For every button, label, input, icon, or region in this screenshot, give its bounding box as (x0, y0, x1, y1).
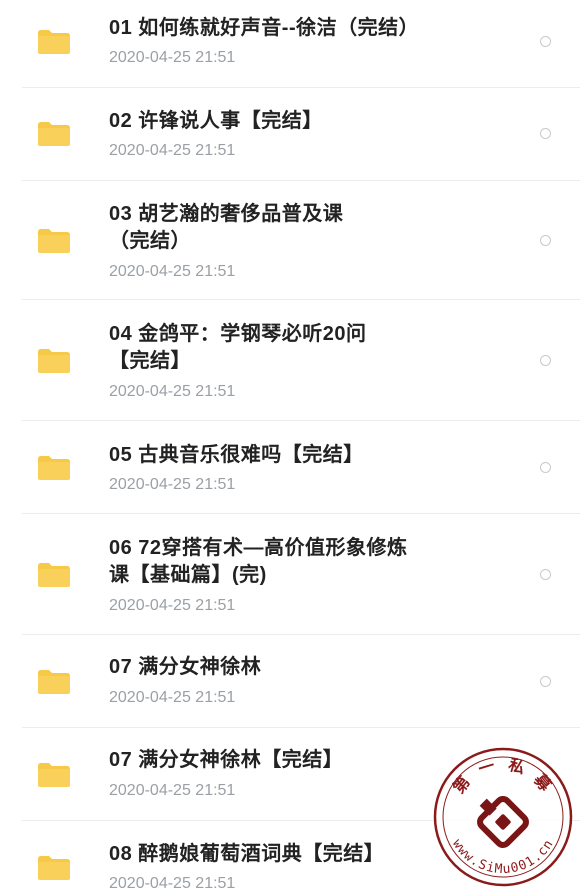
radio-circle-icon[interactable] (540, 569, 551, 580)
folder-icon (38, 349, 70, 373)
radio-circle-icon[interactable] (540, 36, 551, 47)
item-date: 2020-04-25 21:51 (109, 597, 236, 614)
item-date: 2020-04-25 21:51 (109, 782, 236, 799)
radio-circle-icon[interactable] (540, 128, 551, 139)
folder-icon (38, 563, 70, 587)
item-date: 2020-04-25 21:51 (109, 689, 236, 706)
watermark-seal: 第 一 私 募 www.SiMu001.cn (432, 746, 574, 888)
item-title: 05 古典音乐很难吗【完结】 (109, 444, 364, 466)
folder-icon (38, 856, 70, 880)
item-title: 06 72穿搭有术—高价值形象修炼 课【基础篇】(完) (109, 537, 408, 586)
list-item[interactable]: 04 金鸽平：学钢琴必听20问 【完结】 2020-04-25 21:51 (0, 300, 580, 420)
list-item[interactable]: 02 许锋说人事【完结】 2020-04-25 21:51 (0, 88, 580, 180)
folder-icon (38, 456, 70, 480)
item-date: 2020-04-25 21:51 (109, 263, 236, 280)
item-title: 07 满分女神徐林【完结】 (109, 749, 344, 771)
item-title: 02 许锋说人事【完结】 (109, 110, 323, 132)
list-item[interactable]: 01 如何练就好声音--徐洁（完结） 2020-04-25 21:51 (0, 0, 580, 86)
radio-circle-icon[interactable] (540, 235, 551, 246)
item-title: 01 如何练就好声音--徐洁（完结） (109, 17, 420, 39)
folder-icon (38, 763, 70, 787)
radio-circle-icon[interactable] (540, 355, 551, 366)
item-date: 2020-04-25 21:51 (109, 875, 236, 892)
item-title: 04 金鸽平：学钢琴必听20问 【完结】 (109, 323, 367, 372)
radio-circle-icon[interactable] (540, 676, 551, 687)
list-item[interactable]: 06 72穿搭有术—高价值形象修炼 课【基础篇】(完) 2020-04-25 21… (0, 514, 580, 634)
list-item[interactable]: 05 古典音乐很难吗【完结】 2020-04-25 21:51 (0, 421, 580, 513)
item-title: 07 满分女神徐林 (109, 656, 262, 678)
folder-icon (38, 670, 70, 694)
folder-icon (38, 30, 70, 54)
item-date: 2020-04-25 21:51 (109, 383, 236, 400)
list-item[interactable]: 03 胡艺瀚的奢侈品普及课 （完结） 2020-04-25 21:51 (0, 181, 580, 299)
item-date: 2020-04-25 21:51 (109, 49, 236, 66)
folder-icon (38, 122, 70, 146)
item-title: 03 胡艺瀚的奢侈品普及课 （完结） (109, 203, 344, 252)
list-item[interactable]: 07 满分女神徐林 2020-04-25 21:51 (0, 635, 580, 727)
item-date: 2020-04-25 21:51 (109, 476, 236, 493)
folder-icon (38, 229, 70, 253)
item-date: 2020-04-25 21:51 (109, 142, 236, 159)
radio-circle-icon[interactable] (540, 462, 551, 473)
item-title: 08 醉鹅娘葡萄酒词典【完结】 (109, 843, 385, 865)
